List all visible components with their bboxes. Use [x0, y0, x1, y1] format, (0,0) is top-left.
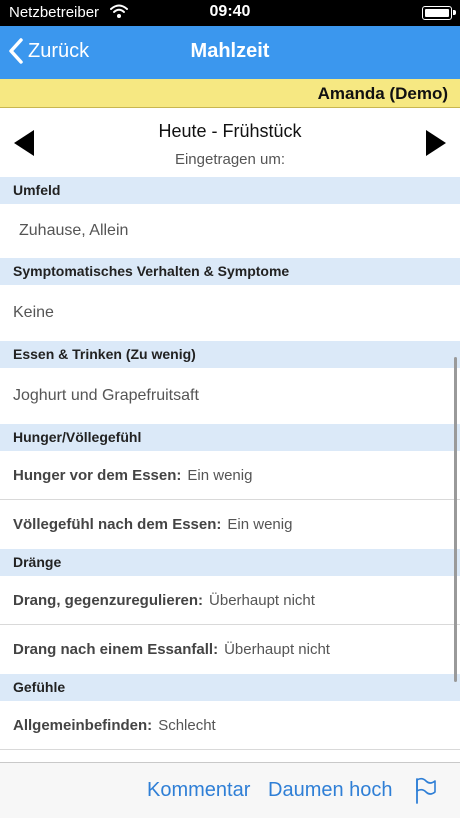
- food-value: Joghurt und Grapefruitsaft: [0, 368, 460, 424]
- row-value: Ein wenig: [187, 467, 253, 484]
- section-header-food: Essen & Trinken (Zu wenig): [0, 341, 460, 368]
- status-bar: Netzbetreiber 09:40: [0, 0, 460, 26]
- section-header-environment: Umfeld: [0, 177, 460, 204]
- next-meal-button[interactable]: [426, 130, 446, 161]
- comment-button[interactable]: Kommentar: [147, 779, 250, 802]
- urge-binge-row: Drang nach einem Essanfall: Überhaupt nic…: [0, 625, 460, 674]
- row-value: Überhaupt nicht: [224, 641, 330, 658]
- navigation-bar: Zurück Mahlzeit: [0, 26, 460, 79]
- scroll-indicator[interactable]: [454, 357, 457, 682]
- urge-compensate-row: Drang, gegenzuregulieren: Überhaupt nicht: [0, 576, 460, 625]
- bottom-toolbar: Kommentar Daumen hoch: [0, 762, 460, 818]
- section-header-symptoms: Symptomatisches Verhalten & Symptome: [0, 258, 460, 285]
- row-key: Völlegefühl nach dem Essen:: [13, 516, 222, 533]
- environment-value: Zuhause, Allein: [0, 204, 460, 258]
- flag-button[interactable]: [414, 777, 438, 810]
- thumbs-up-button[interactable]: Daumen hoch: [268, 779, 393, 802]
- row-value: Überhaupt nicht: [209, 592, 315, 609]
- recorded-time-label: Eingetragen um:: [174, 151, 286, 168]
- section-header-feelings: Gefühle: [0, 674, 460, 701]
- row-value: Schlecht: [158, 717, 216, 734]
- symptoms-value: Keine: [0, 285, 460, 341]
- triangle-right-icon: [426, 130, 446, 156]
- user-name: Amanda (Demo): [317, 84, 448, 103]
- meal-details-list[interactable]: Umfeld Zuhause, Allein Symptomatisches V…: [0, 177, 460, 762]
- meal-title: Heute - Frühstück: [158, 121, 302, 141]
- fullness-after-row: Völlegefühl nach dem Essen: Ein wenig: [0, 500, 460, 549]
- page-title: Mahlzeit: [190, 40, 270, 62]
- section-header-hunger: Hunger/Völlegefühl: [0, 424, 460, 451]
- meal-navigator: Heute - Frühstück Eingetragen um:: [0, 109, 460, 177]
- user-bar: Amanda (Demo): [0, 79, 460, 108]
- row-key: Allgemeinbefinden:: [13, 717, 153, 734]
- section-header-urges: Dränge: [0, 549, 460, 576]
- flag-icon: [416, 777, 436, 804]
- battery-icon: [422, 6, 456, 20]
- row-key: Drang, gegenzuregulieren:: [13, 592, 204, 609]
- row-value: Ein wenig: [227, 516, 293, 533]
- row-key: Drang nach einem Essanfall:: [13, 641, 219, 658]
- row-key: Hunger vor dem Essen:: [13, 467, 182, 484]
- hunger-before-row: Hunger vor dem Essen: Ein wenig: [0, 451, 460, 500]
- clock: 09:40: [209, 3, 251, 20]
- general-wellbeing-row: Allgemeinbefinden: Schlecht: [0, 701, 460, 750]
